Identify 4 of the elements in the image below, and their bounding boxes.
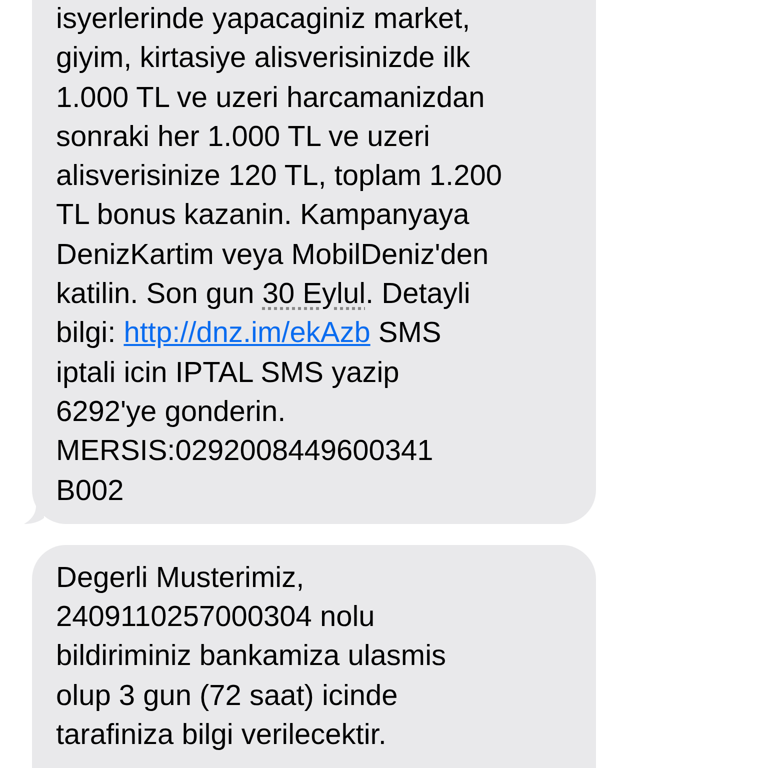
date-link[interactable]: 30 Eylul [262,278,366,310]
message-link[interactable]: http://dnz.im/ekAzb [124,317,370,350]
message-text: isyerlerinde yapacaginiz market, giyim, kirtasiye alisverisinizde ilk 1.000 TL ve uzeri harcamanizdan sonraki her 1.000 TL ve uzeri alisverisinize 120 TL, toplam 1.200 TL bonus kazanin. Kampanyaya DenizKartim veya MobilDeniz'den katilin. Son gun 30 Eylul. Detayli bilgi: http://dnz.im/ekAzb SMS iptali icin IPTAL SMS yazip 6292'ye gonderin. MERSIS:0292008449600341 B002 [56,2,503,509]
message-text: Degerli Musterimiz, 2409110257000304 nolu bildiriminiz bankamiza ulasmis olup 3 gun (72 saat) icinde tarafiniza bilgi verilecektir. [56,560,448,754]
